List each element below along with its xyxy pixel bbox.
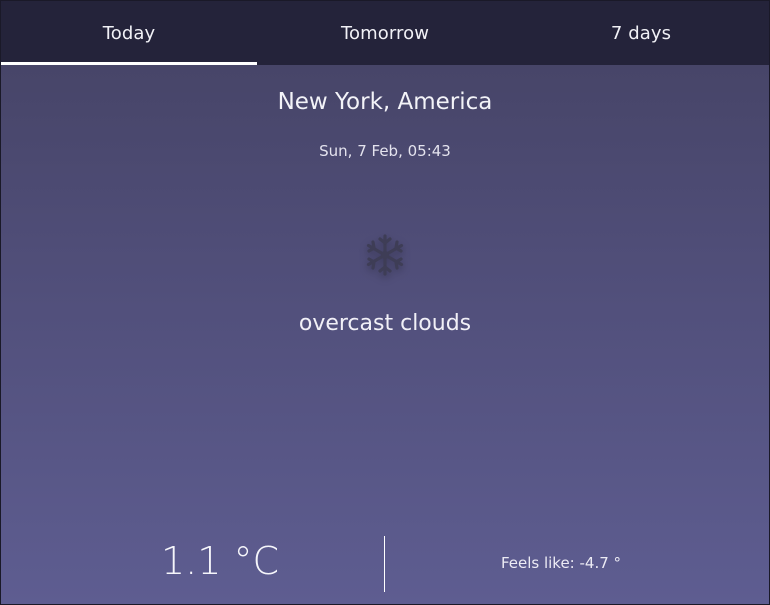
weather-description: overcast clouds	[298, 311, 472, 336]
date-time: Sun, 7 Feb, 05:43	[319, 142, 451, 160]
tab-today-label: Today	[102, 22, 156, 44]
divider	[384, 536, 385, 592]
tab-7-days[interactable]: 7 days	[513, 1, 769, 65]
temperature-value: 1.1 °C	[161, 539, 280, 583]
feels-like: Feels like: -4.7 °	[500, 554, 622, 572]
location-title: New York, America	[277, 89, 493, 115]
snowflake-icon	[366, 234, 404, 276]
day-tabs: Today Tomorrow 7 days	[1, 1, 769, 65]
tab-tomorrow[interactable]: Tomorrow	[257, 1, 513, 65]
tab-7-days-label: 7 days	[610, 22, 672, 44]
weather-app: Today Tomorrow 7 days New York, America …	[0, 0, 770, 605]
tab-tomorrow-label: Tomorrow	[340, 22, 430, 44]
tab-today[interactable]: Today	[1, 1, 257, 65]
